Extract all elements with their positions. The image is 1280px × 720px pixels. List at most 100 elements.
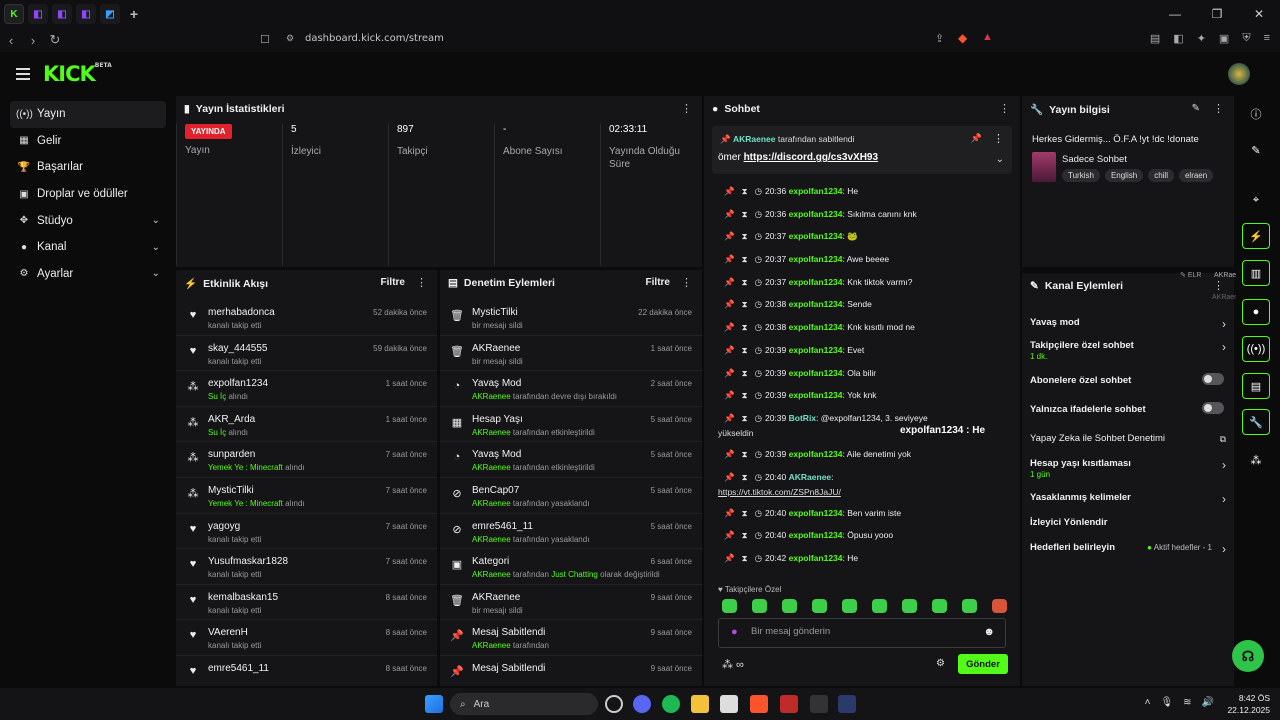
chrome-icon[interactable] bbox=[605, 695, 623, 713]
raid-row[interactable]: İzleyici Yönlendir bbox=[1030, 517, 1226, 528]
pin-action-icon[interactable]: 📌 bbox=[724, 390, 735, 400]
emoji-icon[interactable]: ☻ bbox=[983, 626, 995, 638]
profile-avatar[interactable] bbox=[1228, 63, 1250, 85]
send-button[interactable]: Gönder bbox=[958, 654, 1008, 674]
more-icon[interactable]: ⋮ bbox=[999, 102, 1010, 115]
emote[interactable] bbox=[902, 599, 917, 613]
brave-shield-icon[interactable]: ◆ bbox=[958, 31, 967, 45]
timeout-icon[interactable]: ⧗ bbox=[742, 186, 748, 196]
chat-username[interactable]: expolfan1234 bbox=[789, 368, 843, 378]
pin-action-icon[interactable]: 📌 bbox=[724, 186, 735, 196]
chat-settings-gear-icon[interactable]: ⚙ bbox=[936, 658, 945, 669]
tab-other[interactable]: ◩ bbox=[100, 4, 120, 24]
chat-message[interactable]: 📌 ⧗ ◷ 20:38 expolfan1234: Sende bbox=[704, 299, 1020, 322]
subs-chat-toggle[interactable] bbox=[1202, 373, 1224, 385]
new-tab-button[interactable]: + bbox=[124, 4, 144, 24]
pin-action-icon[interactable]: 📌 bbox=[724, 277, 735, 287]
rewards-icon[interactable]: ▲ bbox=[982, 31, 993, 43]
timeout-icon[interactable]: ⧗ bbox=[742, 277, 748, 287]
emotes-chat-toggle[interactable] bbox=[1202, 402, 1224, 414]
share-icon[interactable]: ⇪ bbox=[935, 32, 944, 45]
chat-message[interactable]: 📌 ⧗ ◷ 20:40 expolfan1234: Öpusu yooo bbox=[704, 530, 1020, 553]
feed-row[interactable]: 🗑 AKRaenee bir mesajı sildi 9 saat önce bbox=[440, 585, 702, 621]
chat-message[interactable]: 📌 ⧗ ◷ 20:36 expolfan1234: Sıkılma canını kn… bbox=[704, 209, 1020, 232]
broadcast-icon[interactable]: ((•)) bbox=[1242, 336, 1270, 362]
emote[interactable] bbox=[752, 599, 767, 613]
chat-message[interactable]: 📌 ⧗ ◷ 20:36 expolfan1234: He bbox=[704, 186, 1020, 209]
hamburger-menu-icon[interactable] bbox=[16, 68, 30, 83]
emote[interactable] bbox=[782, 599, 797, 613]
layout-icon[interactable]: ▤ bbox=[1242, 373, 1270, 399]
pin-action-icon[interactable]: 📌 bbox=[724, 209, 735, 219]
sidebar-item[interactable]: ▣ Droplar ve ödüller bbox=[10, 181, 166, 208]
pin-action-icon[interactable]: 📌 bbox=[724, 508, 735, 518]
more-icon[interactable]: ⋮ bbox=[416, 276, 427, 289]
pin-action-icon[interactable]: 📌 bbox=[724, 472, 735, 482]
minimize-button[interactable]: — bbox=[1154, 0, 1196, 28]
forward-icon[interactable]: › bbox=[22, 33, 44, 48]
tab-kick[interactable]: K bbox=[4, 4, 24, 24]
kick-logo[interactable]: KICKBETA bbox=[43, 62, 112, 86]
chat-username[interactable]: expolfan1234 bbox=[789, 390, 843, 400]
filter-button[interactable]: Filtre bbox=[381, 277, 405, 288]
feed-row[interactable]: ♥ Yusufmaskar1828 kanalı takip etti 7 saat … bbox=[176, 549, 437, 585]
chat-username[interactable]: expolfan1234 bbox=[789, 186, 843, 196]
stats-icon[interactable]: ▥ bbox=[1242, 260, 1270, 286]
emote[interactable] bbox=[962, 599, 977, 613]
chat-input[interactable] bbox=[751, 626, 971, 637]
goals-row[interactable]: Hedefleri belirleyin ● Aktif hedefler - 1… bbox=[1030, 542, 1226, 556]
timeout-icon[interactable]: ⧗ bbox=[742, 345, 748, 355]
chat-message[interactable]: 📌 ⧗ ◷ 20:39 expolfan1234: Aile denetimi yok bbox=[704, 449, 1020, 472]
chat-message[interactable]: 📌 ⧗ ◷ 20:37 expolfan1234: Awe beeee bbox=[704, 254, 1020, 277]
feed-row[interactable]: ♥ skay_444555 kanalı takip etti 59 dakika ö… bbox=[176, 336, 437, 372]
timeout-icon[interactable]: ⧗ bbox=[742, 322, 748, 332]
tab-twitch-3[interactable]: ◧ bbox=[76, 4, 96, 24]
chat-message[interactable]: 📌 ⧗ ◷ 20:40 AKRaenee: https://vt.tiktok.com… bbox=[704, 472, 1020, 508]
timeout-icon[interactable]: ⧗ bbox=[742, 254, 748, 264]
reload-icon[interactable]: ↻ bbox=[44, 32, 66, 48]
store-icon[interactable] bbox=[720, 695, 738, 713]
emote[interactable] bbox=[872, 599, 887, 613]
maximize-button[interactable]: ❐ bbox=[1196, 0, 1238, 28]
pencil-icon[interactable]: ✎ bbox=[1242, 137, 1270, 163]
chat-username[interactable]: expolfan1234 bbox=[789, 449, 843, 459]
wifi-icon[interactable]: ≋ bbox=[1183, 697, 1191, 708]
pin-action-icon[interactable]: 📌 bbox=[724, 449, 735, 459]
more-icon[interactable]: ⋮ bbox=[1213, 102, 1224, 115]
feed-row[interactable]: ◔ Yavaş Mod AKRaenee tarafından etkinleşti… bbox=[440, 442, 702, 478]
microphone-icon[interactable]: ● bbox=[731, 626, 738, 638]
pen-app-icon[interactable] bbox=[810, 695, 828, 713]
timeout-icon[interactable]: ⧗ bbox=[742, 231, 748, 241]
feed-row[interactable]: 📌 Mesaj Sabitlendi AKRaenee tarafından 9 sa… bbox=[440, 620, 702, 656]
bookmark-icon[interactable]: ☐ bbox=[260, 33, 270, 46]
chevron-up-icon[interactable]: ˄ bbox=[1145, 697, 1151, 708]
pin-action-icon[interactable]: 📌 bbox=[724, 322, 735, 332]
pin-action-icon[interactable]: 📌 bbox=[724, 553, 735, 563]
vpn-icon[interactable]: ⛨ bbox=[1242, 32, 1250, 45]
reader-icon[interactable]: ▤ bbox=[1150, 32, 1160, 45]
mic-icon[interactable]: 🎙 bbox=[1160, 697, 1173, 708]
banned-words-row[interactable]: Yasaklanmış kelimeler › bbox=[1030, 492, 1226, 506]
feed-row[interactable]: ♥ VAerenH kanalı takip etti 8 saat önce bbox=[176, 620, 437, 656]
pin-action-icon[interactable]: 📌 bbox=[724, 530, 735, 540]
timeout-icon[interactable]: ⧗ bbox=[742, 530, 748, 540]
extensions-icon[interactable]: ✦ bbox=[1197, 32, 1206, 45]
chat-username[interactable]: BotRix bbox=[789, 413, 816, 423]
emote[interactable] bbox=[932, 599, 947, 613]
chat-message[interactable]: 📌 ⧗ ◷ 20:37 expolfan1234: Knk tiktok varmı? bbox=[704, 277, 1020, 300]
pin-action-icon[interactable]: 📌 bbox=[724, 231, 735, 241]
timeout-icon[interactable]: ⧗ bbox=[742, 390, 748, 400]
folder-icon[interactable] bbox=[691, 695, 709, 713]
feed-row[interactable]: ⁂ sunparden Yemek Ye : Minecraft alındı 7 s… bbox=[176, 442, 437, 478]
chat-message[interactable]: 📌 ⧗ ◷ 20:38 expolfan1234: Knk kısıtlı mod n… bbox=[704, 322, 1020, 345]
points-icon[interactable]: ⁂ ∞ bbox=[722, 658, 744, 671]
info-icon[interactable]: ⓘ bbox=[1242, 101, 1270, 127]
more-icon[interactable]: ⋮ bbox=[681, 276, 692, 289]
pin-action-icon[interactable]: 📌 bbox=[724, 254, 735, 264]
more-icon[interactable]: ⋮ bbox=[681, 102, 692, 115]
obs-icon[interactable] bbox=[780, 695, 798, 713]
sidebar-item[interactable]: ● Kanal ⌄ bbox=[10, 234, 166, 261]
feed-row[interactable]: ♥ kemalbaskan15 kanalı takip etti 8 saat ön… bbox=[176, 585, 437, 621]
chat-message[interactable]: 📌 ⧗ ◷ 20:39 expolfan1234: Ola bilir bbox=[704, 368, 1020, 391]
back-icon[interactable]: ‹ bbox=[0, 33, 22, 48]
